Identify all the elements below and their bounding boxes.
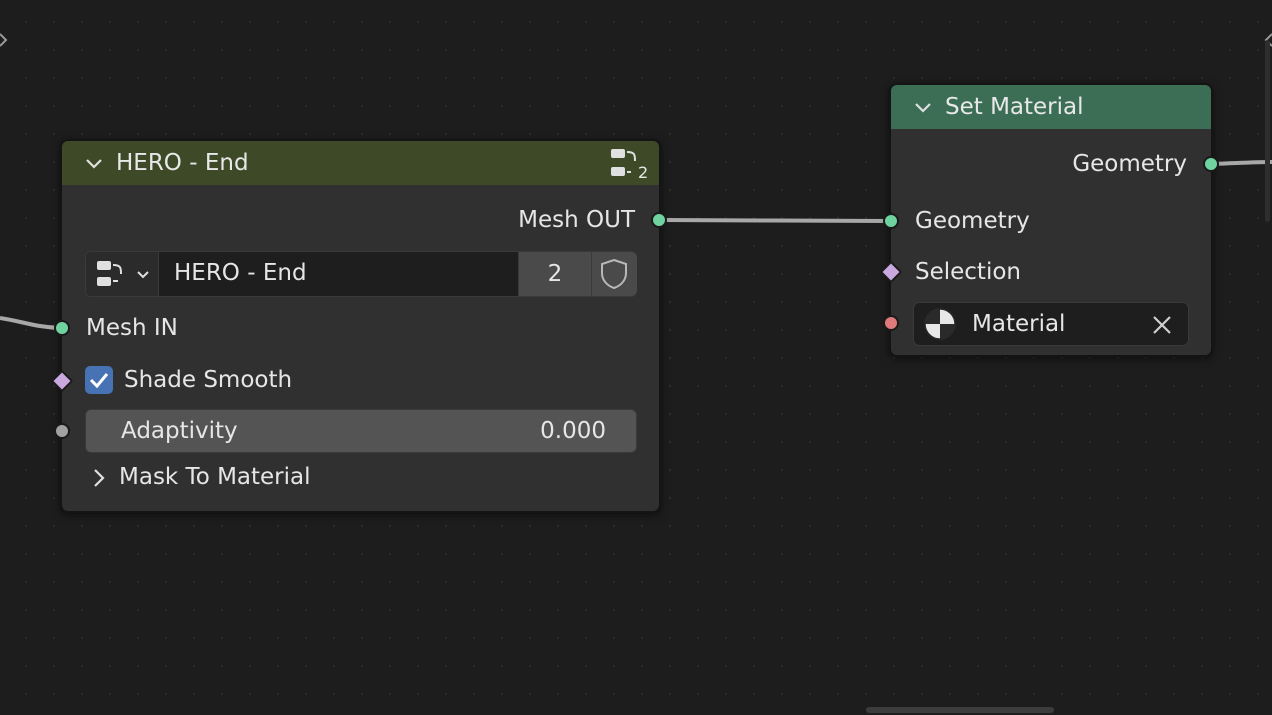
node-title: Set Material bbox=[945, 94, 1084, 120]
fake-user-button[interactable] bbox=[591, 252, 637, 296]
adaptivity-value: 0.000 bbox=[540, 418, 606, 444]
adaptivity-slider[interactable]: Adaptivity 0.000 bbox=[85, 409, 637, 453]
checkmark-icon bbox=[89, 373, 109, 389]
adaptivity-label: Adaptivity bbox=[121, 418, 238, 444]
hero-end-node[interactable]: HERO - End 2 Mesh OUT HERO - End 2 Mesh … bbox=[50, 139, 667, 513]
node-editor-canvas[interactable]: HERO - End 2 Mesh OUT HERO - End 2 Mesh … bbox=[0, 0, 1272, 715]
set-material-node[interactable]: Set Material Geometry Geometry Selection… bbox=[879, 83, 1219, 357]
socket-material[interactable] bbox=[883, 315, 899, 331]
close-icon[interactable] bbox=[1152, 315, 1172, 335]
output-geometry-label: Geometry bbox=[1072, 151, 1187, 177]
users-count: 2 bbox=[547, 261, 563, 287]
shade-smooth-checkbox[interactable] bbox=[85, 366, 113, 394]
input-mesh-in-label: Mesh IN bbox=[86, 315, 178, 341]
chevron-down-icon[interactable] bbox=[84, 153, 104, 173]
shade-smooth-label: Shade Smooth bbox=[124, 367, 293, 393]
link-geometry-out bbox=[1210, 160, 1272, 166]
vertical-scrollbar[interactable] bbox=[1265, 40, 1270, 222]
panel-mask-to-material[interactable]: Mask To Material bbox=[86, 461, 386, 495]
material-ball-icon bbox=[924, 308, 956, 340]
horizontal-scrollbar[interactable] bbox=[866, 707, 1054, 713]
chevron-right-icon bbox=[94, 469, 105, 487]
node-group-users-field[interactable]: 2 bbox=[518, 252, 591, 296]
node-header[interactable]: HERO - End 2 bbox=[62, 141, 659, 185]
node-group-browse-button[interactable] bbox=[86, 252, 159, 296]
node-title: HERO - End bbox=[116, 150, 249, 176]
socket-mesh-out[interactable] bbox=[651, 212, 667, 228]
socket-adaptivity[interactable] bbox=[54, 423, 70, 439]
node-tree-icon bbox=[97, 261, 122, 286]
node-group-users: 2 bbox=[609, 145, 651, 183]
link-mesh-out-to-geometry bbox=[659, 218, 890, 223]
output-mesh-out-label: Mesh OUT bbox=[518, 207, 635, 233]
link-incoming-mesh-in bbox=[0, 316, 61, 330]
shield-icon bbox=[601, 258, 627, 290]
socket-geometry-in[interactable] bbox=[883, 213, 899, 229]
chevron-down-icon[interactable] bbox=[913, 97, 933, 117]
material-field[interactable]: Material bbox=[913, 302, 1189, 346]
node-header[interactable]: Set Material bbox=[891, 85, 1211, 129]
panel-label: Mask To Material bbox=[119, 464, 311, 490]
chevron-down-icon bbox=[137, 271, 149, 279]
node-group-name-field[interactable]: HERO - End bbox=[174, 258, 307, 288]
node-tree-icon bbox=[611, 149, 636, 176]
material-name: Material bbox=[972, 311, 1066, 337]
user-count: 2 bbox=[638, 163, 649, 182]
socket-geometry-out[interactable] bbox=[1203, 156, 1219, 172]
left-edge-arrow-icon bbox=[0, 33, 8, 47]
input-selection-label: Selection bbox=[915, 259, 1021, 285]
node-group-datablock[interactable]: HERO - End 2 bbox=[85, 251, 637, 297]
socket-mesh-in[interactable] bbox=[54, 320, 70, 336]
input-geometry-label: Geometry bbox=[915, 208, 1030, 234]
